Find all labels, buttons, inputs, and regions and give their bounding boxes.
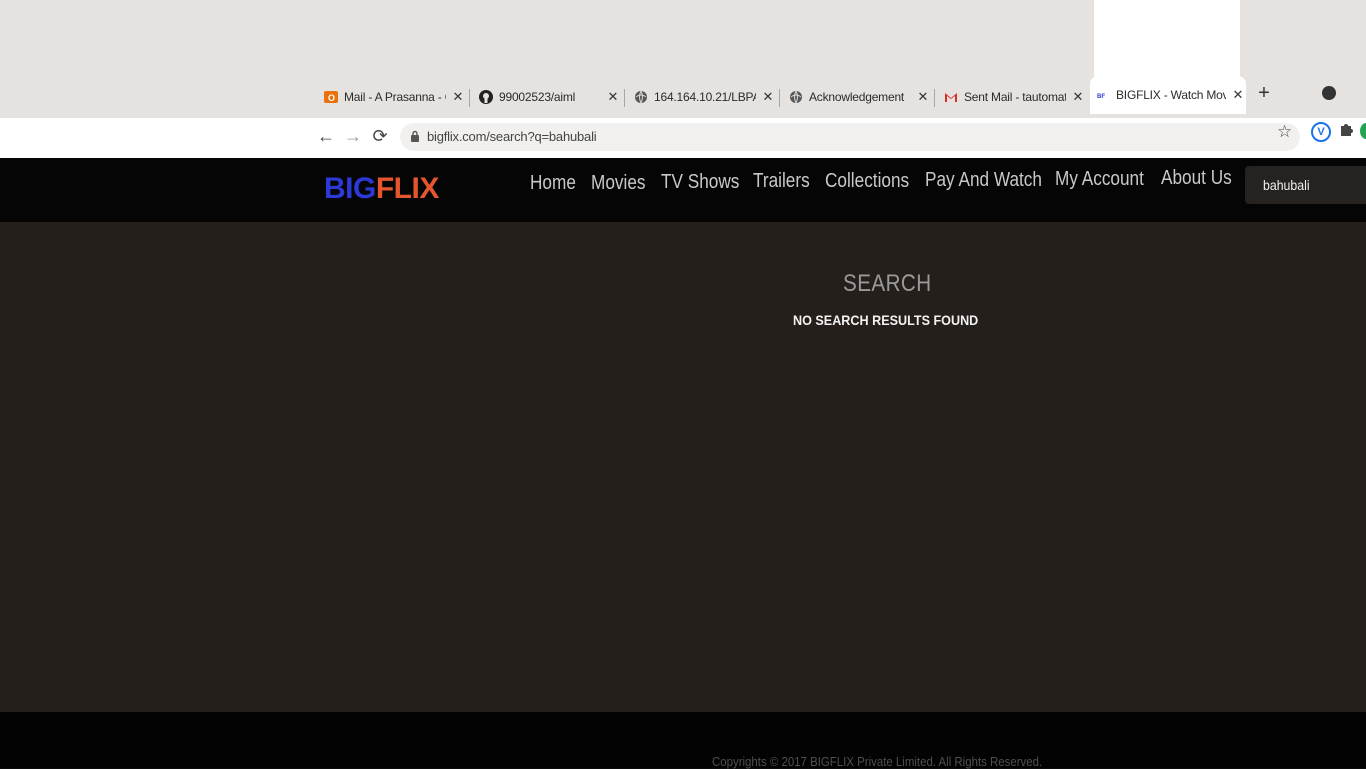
tab-bigflix-active[interactable]: BF BIGFLIX - Watch Movie ✕ bbox=[1090, 76, 1246, 114]
close-icon[interactable]: ✕ bbox=[605, 89, 621, 105]
new-tab-button[interactable]: + bbox=[1254, 82, 1274, 106]
tab-separator bbox=[624, 89, 625, 107]
site-footer bbox=[0, 712, 1366, 768]
tab-title: 164.164.10.21/LBPASP bbox=[654, 90, 756, 104]
bigflix-icon: BF bbox=[1096, 88, 1110, 102]
forward-button[interactable]: → bbox=[343, 126, 363, 146]
tab-separator bbox=[779, 89, 780, 107]
extensions-puzzle-icon[interactable] bbox=[1338, 121, 1354, 142]
globe-icon bbox=[789, 90, 803, 104]
nav-about-us[interactable]: About Us bbox=[1161, 167, 1232, 190]
tab-outlook-mail[interactable]: O Mail - A Prasanna - Ou ✕ bbox=[318, 82, 466, 112]
tab-title: BIGFLIX - Watch Movie bbox=[1116, 88, 1226, 102]
close-icon[interactable]: ✕ bbox=[1230, 87, 1246, 103]
search-results-area bbox=[0, 222, 1366, 715]
close-icon[interactable]: ✕ bbox=[760, 89, 776, 105]
nav-collections[interactable]: Collections bbox=[825, 170, 909, 193]
close-icon[interactable]: ✕ bbox=[450, 89, 466, 105]
back-button[interactable]: ← bbox=[316, 126, 336, 146]
github-icon bbox=[479, 90, 493, 104]
copyright-text: Copyrights © 2017 BIGFLIX Private Limite… bbox=[712, 754, 1043, 769]
tab-title: Sent Mail - tautomatic bbox=[964, 90, 1066, 104]
no-results-message: NO SEARCH RESULTS FOUND bbox=[793, 312, 979, 328]
close-icon[interactable]: ✕ bbox=[1070, 89, 1086, 105]
tab-lbpasp[interactable]: 164.164.10.21/LBPASP ✕ bbox=[628, 82, 776, 112]
outlook-icon: O bbox=[324, 90, 338, 104]
tab-title: Mail - A Prasanna - Ou bbox=[344, 90, 446, 104]
bigflix-logo[interactable]: BIGFLIX bbox=[324, 172, 439, 206]
extension-v-icon[interactable]: V bbox=[1311, 122, 1331, 142]
site-search-value[interactable]: bahubali bbox=[1263, 177, 1310, 193]
lock-icon[interactable] bbox=[410, 130, 420, 142]
svg-text:BF: BF bbox=[1097, 94, 1105, 100]
nav-movies[interactable]: Movies bbox=[591, 172, 645, 195]
tab-title: Acknowledgement bbox=[809, 90, 905, 104]
nav-pay-and-watch[interactable]: Pay And Watch bbox=[925, 169, 1042, 192]
nav-tv-shows[interactable]: TV Shows bbox=[661, 171, 739, 194]
tab-title: 99002523/aiml bbox=[499, 90, 576, 104]
tab-github[interactable]: 99002523/aiml ✕ bbox=[473, 82, 621, 112]
reload-button[interactable]: ⟳ bbox=[370, 126, 390, 146]
nav-home[interactable]: Home bbox=[530, 172, 576, 195]
svg-text:O: O bbox=[328, 93, 335, 103]
nav-my-account[interactable]: My Account bbox=[1055, 168, 1144, 191]
nav-trailers[interactable]: Trailers bbox=[753, 170, 810, 193]
tabstrip-window-area bbox=[1094, 0, 1240, 80]
tab-acknowledgement[interactable]: Acknowledgement ✕ bbox=[783, 82, 931, 112]
page-title: SEARCH bbox=[843, 270, 932, 297]
profile-icon[interactable] bbox=[1322, 86, 1336, 100]
gmail-icon bbox=[944, 90, 958, 104]
tab-separator bbox=[469, 89, 470, 107]
globe-icon bbox=[634, 90, 648, 104]
address-bar-url[interactable]: bigflix.com/search?q=bahubali bbox=[427, 129, 597, 144]
tab-separator bbox=[934, 89, 935, 107]
extension-green-icon[interactable] bbox=[1360, 123, 1366, 139]
logo-part-flix: FLIX bbox=[375, 172, 440, 205]
bookmark-star-icon[interactable]: ☆ bbox=[1277, 122, 1292, 142]
tab-gmail[interactable]: Sent Mail - tautomatic ✕ bbox=[938, 82, 1086, 112]
logo-part-big: BIG bbox=[324, 172, 376, 205]
close-icon[interactable]: ✕ bbox=[915, 89, 931, 105]
